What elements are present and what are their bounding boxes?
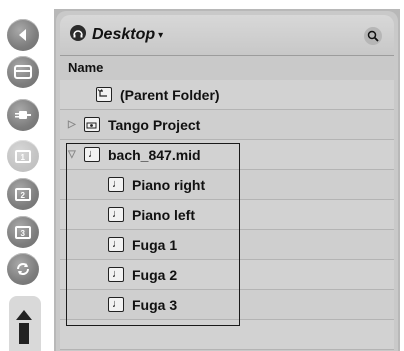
magnifier-icon[interactable] bbox=[364, 27, 382, 45]
list-item[interactable]: ♩ Fuga 1 bbox=[60, 230, 394, 260]
chevron-down-icon[interactable]: ▾ bbox=[158, 30, 163, 41]
parent-folder-icon bbox=[96, 87, 112, 102]
resize-handle-icon bbox=[13, 310, 35, 349]
list-item-label: Fuga 1 bbox=[132, 236, 178, 253]
headphones-icon[interactable] bbox=[70, 24, 86, 46]
svg-text:1: 1 bbox=[21, 153, 26, 162]
column-header-name[interactable]: Name bbox=[60, 55, 394, 79]
list-item-label: Tango Project bbox=[108, 116, 201, 133]
list-item[interactable]: ♩ Piano left bbox=[60, 200, 394, 230]
midi-clip-icon: ♩ bbox=[108, 207, 124, 222]
list-item[interactable]: ♩ Fuga 2 bbox=[60, 260, 394, 290]
browser-list: (Parent Folder) ▷ Tango Project ▽ ♩ bach… bbox=[60, 80, 394, 350]
list-item-label: bach_847.mid bbox=[108, 146, 201, 163]
midi-clip-icon: ♩ bbox=[108, 237, 124, 252]
midi-file-icon: ♩ bbox=[84, 147, 100, 162]
list-item-label: Fuga 3 bbox=[132, 296, 178, 313]
browser-panel: Desktop ▾ Name (Parent Folder) ▷ Tango P… bbox=[54, 9, 400, 351]
file-browser-2-icon[interactable]: 2 bbox=[7, 178, 39, 210]
browser-sidebar: 1 2 3 bbox=[0, 0, 50, 351]
column-header-label: Name bbox=[68, 60, 104, 75]
file-browser-3-icon[interactable]: 3 bbox=[7, 216, 39, 248]
midi-clip-icon: ♩ bbox=[108, 177, 124, 192]
browser-panel-inner: Desktop ▾ Name (Parent Folder) ▷ Tango P… bbox=[56, 11, 398, 351]
list-item-label: Piano left bbox=[132, 206, 196, 223]
list-item-label: Piano right bbox=[132, 176, 206, 193]
back-arrow-icon[interactable] bbox=[7, 19, 39, 51]
midi-clip-icon: ♩ bbox=[108, 297, 124, 312]
device-browser-icon[interactable] bbox=[7, 56, 39, 88]
svg-text:2: 2 bbox=[21, 191, 26, 200]
list-item-label: (Parent Folder) bbox=[120, 86, 220, 103]
location-title[interactable]: Desktop bbox=[92, 26, 155, 44]
file-browser-1-icon[interactable]: 1 bbox=[7, 140, 39, 172]
list-item[interactable]: ♩ Fuga 3 bbox=[60, 290, 394, 320]
list-item-empty bbox=[60, 320, 394, 350]
list-item[interactable]: ▽ ♩ bach_847.mid bbox=[60, 140, 394, 170]
expand-arrow-icon[interactable]: ▷ bbox=[68, 119, 76, 130]
project-folder-icon bbox=[84, 117, 100, 132]
list-item-label: Fuga 2 bbox=[132, 266, 178, 283]
list-item[interactable]: ♩ Piano right bbox=[60, 170, 394, 200]
list-item[interactable]: (Parent Folder) bbox=[60, 80, 394, 110]
location-bar[interactable]: Desktop ▾ bbox=[60, 15, 394, 55]
list-item[interactable]: ▷ Tango Project bbox=[60, 110, 394, 140]
collapse-arrow-icon[interactable]: ▽ bbox=[68, 149, 76, 160]
refresh-icon[interactable] bbox=[7, 253, 39, 285]
svg-text:3: 3 bbox=[21, 229, 26, 238]
midi-clip-icon: ♩ bbox=[108, 267, 124, 282]
plugin-browser-icon[interactable] bbox=[7, 99, 39, 131]
